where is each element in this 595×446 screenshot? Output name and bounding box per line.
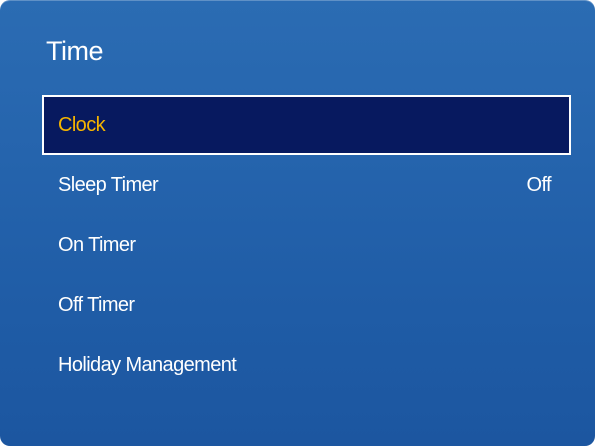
menu-item-off-timer[interactable]: Off Timer: [42, 275, 571, 335]
menu-item-label: On Timer: [58, 233, 136, 256]
menu-item-label: Clock: [58, 113, 106, 136]
time-menu-panel: Time Clock Sleep Timer Off On Timer Off …: [0, 0, 595, 446]
menu-item-sleep-timer[interactable]: Sleep Timer Off: [42, 155, 571, 215]
menu-item-clock[interactable]: Clock: [42, 95, 571, 155]
menu-item-label: Holiday Management: [58, 353, 237, 376]
menu-item-holiday-management[interactable]: Holiday Management: [42, 335, 571, 395]
menu-item-value: Off: [526, 173, 551, 196]
menu-item-label: Sleep Timer: [58, 173, 159, 196]
menu-item-on-timer[interactable]: On Timer: [42, 215, 571, 275]
menu-title: Time: [46, 36, 104, 66]
menu-item-label: Off Timer: [58, 293, 135, 316]
menu-list: Clock Sleep Timer Off On Timer Off Timer…: [42, 95, 571, 395]
